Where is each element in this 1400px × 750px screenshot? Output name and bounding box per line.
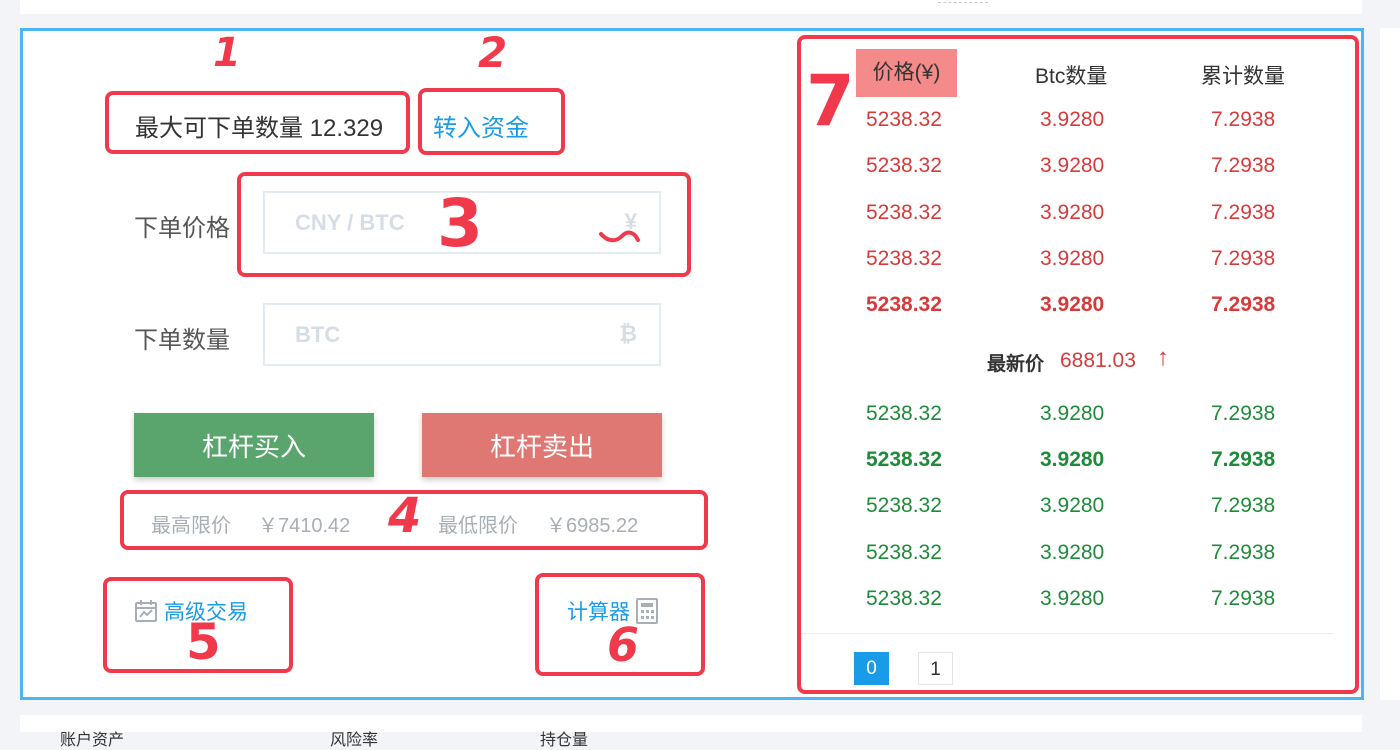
footer-risk-rate: 风险率 [330,732,379,749]
annotation-scribble [599,230,640,243]
annotation-box-1 [105,91,410,154]
footer-account-assets: 账户资产 [60,732,125,749]
annotation-box-7 [797,35,1359,694]
annotation-number: 6 [607,618,640,672]
top-divider [938,2,988,3]
annotation-box-2 [418,88,565,155]
annotation-number: 3 [437,185,483,262]
quantity-label: 下单数量 [134,327,230,354]
annotation-number: 4 [388,488,422,544]
footer-position: 持仓量 [540,732,589,749]
top-strip [20,0,1362,14]
annotation-number: 1 [213,30,241,76]
footer-strip [20,715,1362,732]
annotation-number: 7 [806,60,855,142]
annotation-number: 2 [478,28,508,77]
bitcoin-icon: ₿ [619,321,637,346]
annotation-number: 5 [186,613,221,671]
